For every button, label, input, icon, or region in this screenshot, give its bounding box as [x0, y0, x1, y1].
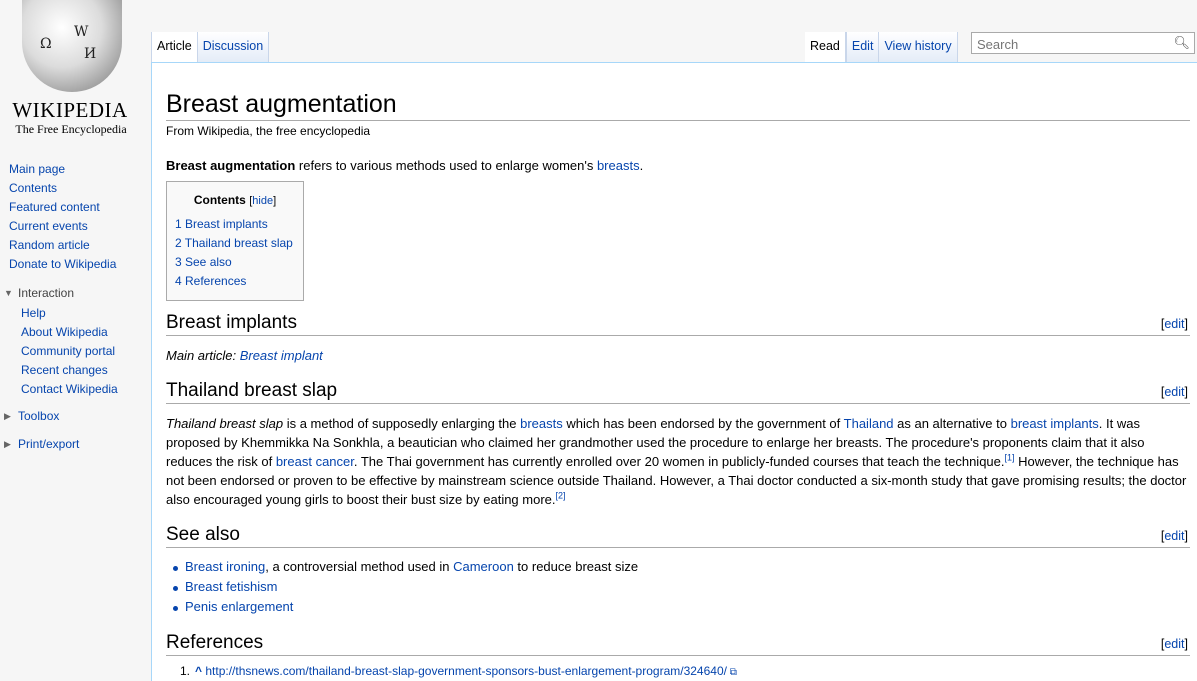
reference-link[interactable]: http://thsnews.com/thailand-breast-slap-… [205, 664, 727, 678]
slap-paragraph: Thailand breast slap is a method of supp… [166, 414, 1188, 509]
text: which has been endorsed by the governmen… [562, 416, 844, 431]
reference-number: 1. [179, 664, 190, 678]
link-breast-cancer[interactable]: breast cancer [276, 454, 354, 469]
toc-hide-link[interactable]: hide [252, 195, 273, 207]
hatnote: Main article: Breast implant [166, 346, 1188, 365]
interaction-heading: Interaction [18, 286, 75, 300]
page-title: Breast augmentation [166, 90, 1190, 121]
intro-text: refers to various methods used to enlarg… [295, 158, 597, 173]
sidebar: Main page Contents Featured content Curr… [0, 160, 150, 455]
sidebar-item-contact[interactable]: Contact Wikipedia [21, 382, 118, 396]
list-item: Penis enlargement [166, 597, 638, 617]
tab-discussion[interactable]: Discussion [197, 32, 270, 62]
triangle-right-icon: ▶ [4, 438, 11, 449]
edit-section-link[interactable]: edit [1164, 529, 1184, 543]
link-breast-implants[interactable]: breast implants [1011, 416, 1099, 431]
toc-item-see-also[interactable]: 3 See also [175, 255, 232, 269]
section-title: See also [166, 524, 240, 545]
edit-section-link[interactable]: edit [1164, 317, 1184, 331]
puzzle-globe-icon: Ω W И [22, 0, 122, 92]
triangle-down-icon: ▼ [4, 288, 13, 298]
external-link-icon: ⧉ [726, 667, 737, 678]
see-also-list: Breast ironing, a controversial method u… [166, 557, 638, 617]
list-item: Breast ironing, a controversial method u… [166, 557, 638, 577]
section-title: Breast implants [166, 312, 297, 333]
slap-term: Thailand breast slap [166, 416, 284, 431]
text: as an alternative to [893, 416, 1011, 431]
wordmark: WIKIPEDIA [12, 98, 128, 122]
tab-edit[interactable]: Edit [845, 32, 880, 62]
tab-view-history[interactable]: View history [879, 32, 958, 62]
toc-item-references[interactable]: 4 References [175, 274, 246, 288]
globe-glyph: Ω [40, 36, 52, 52]
sidebar-navigation: Main page Contents Featured content Curr… [0, 160, 150, 274]
reference-list: 1. ^ http://thsnews.com/thailand-breast-s… [166, 664, 737, 678]
intro-end: . [639, 158, 644, 173]
link-penis-enlargement[interactable]: Penis enlargement [185, 599, 293, 614]
tab-article[interactable]: Article [151, 32, 198, 62]
globe-glyph: И [84, 46, 97, 62]
section-title: References [166, 632, 264, 653]
intro-paragraph: Breast augmentation refers to various me… [166, 156, 1188, 175]
edit-section-link[interactable]: edit [1164, 637, 1184, 651]
view-tabs: Read Edit View history [805, 32, 958, 62]
wikipedia-logo[interactable]: Ω W И WIKIPEDIA The Free Encyclopedia [0, 0, 150, 150]
link-thailand[interactable]: Thailand [844, 416, 894, 431]
link-breasts[interactable]: breasts [597, 158, 640, 173]
toc-title: Contents [193, 193, 246, 207]
sidebar-item-about[interactable]: About Wikipedia [21, 325, 108, 339]
sidebar-item-random-article[interactable]: Random article [9, 238, 90, 252]
interaction-list: Help About Wikipedia Community portal Re… [0, 304, 150, 399]
back-to-citation-caret[interactable]: ^ [195, 664, 202, 678]
citation-2[interactable]: [2] [556, 491, 566, 501]
text: is a method of supposedly enlarging the [283, 416, 521, 431]
list-item: Breast fetishism [166, 577, 638, 597]
text: to reduce breast size [513, 559, 639, 574]
sidebar-item-main-page[interactable]: Main page [9, 162, 65, 176]
hatnote-prefix: Main article: [166, 348, 240, 363]
intro-bold: Breast augmentation [166, 158, 296, 173]
link-breast-fetishism[interactable]: Breast fetishism [185, 579, 277, 594]
section-title: Thailand breast slap [166, 380, 338, 401]
tab-read[interactable]: Read [805, 32, 846, 62]
table-of-contents: Contents [hide] 1 Breast implants 2 Thai… [166, 181, 304, 301]
text: , a controversial method used in [265, 559, 454, 574]
search-box: 🔍︎ [971, 32, 1195, 54]
section-heading-breast-implants: Breast implants [edit] [166, 311, 1190, 336]
sidebar-item-recent-changes[interactable]: Recent changes [21, 363, 108, 377]
sidebar-item-contents[interactable]: Contents [9, 181, 57, 195]
toc-item-breast-implants[interactable]: 1 Breast implants [175, 217, 268, 231]
link-breast-ironing[interactable]: Breast ironing [185, 559, 265, 574]
sidebar-item-featured-content[interactable]: Featured content [9, 200, 100, 214]
globe-glyph: W [74, 24, 89, 40]
sidebar-item-community-portal[interactable]: Community portal [21, 344, 115, 358]
site-subtitle: From Wikipedia, the free encyclopedia [166, 124, 371, 138]
namespace-tabs: Article Discussion [151, 32, 270, 62]
section-heading-references: References [edit] [166, 631, 1190, 656]
section-heading-thailand-breast-slap: Thailand breast slap [edit] [166, 379, 1190, 404]
text: . The Thai government has currently enro… [353, 454, 1005, 469]
print-export-portal-toggle[interactable]: ▶ Print/export [0, 433, 150, 455]
search-icon[interactable]: 🔍︎ [1173, 35, 1190, 51]
toc-item-thailand-breast-slap[interactable]: 2 Thailand breast slap [175, 236, 293, 250]
print-export-heading: Print/export [18, 437, 80, 451]
section-heading-see-also: See also [edit] [166, 523, 1190, 548]
link-breasts[interactable]: breasts [520, 416, 563, 431]
link-breast-implant[interactable]: Breast implant [240, 348, 323, 363]
toolbox-heading: Toolbox [18, 409, 60, 423]
triangle-right-icon: ▶ [4, 410, 11, 421]
sidebar-item-help[interactable]: Help [21, 306, 46, 320]
search-input[interactable] [975, 34, 1169, 54]
content-area: Breast augmentation From Wikipedia, the … [151, 62, 1197, 681]
toolbox-portal-toggle[interactable]: ▶ Toolbox [0, 405, 150, 427]
citation-1[interactable]: [1] [1005, 453, 1015, 463]
edit-section-link[interactable]: edit [1164, 385, 1184, 399]
logo-tagline: The Free Encyclopedia [15, 122, 127, 136]
sidebar-item-current-events[interactable]: Current events [9, 219, 88, 233]
interaction-portal-toggle[interactable]: ▼ Interaction [0, 282, 150, 304]
link-cameroon[interactable]: Cameroon [453, 559, 514, 574]
sidebar-item-donate[interactable]: Donate to Wikipedia [9, 257, 116, 271]
